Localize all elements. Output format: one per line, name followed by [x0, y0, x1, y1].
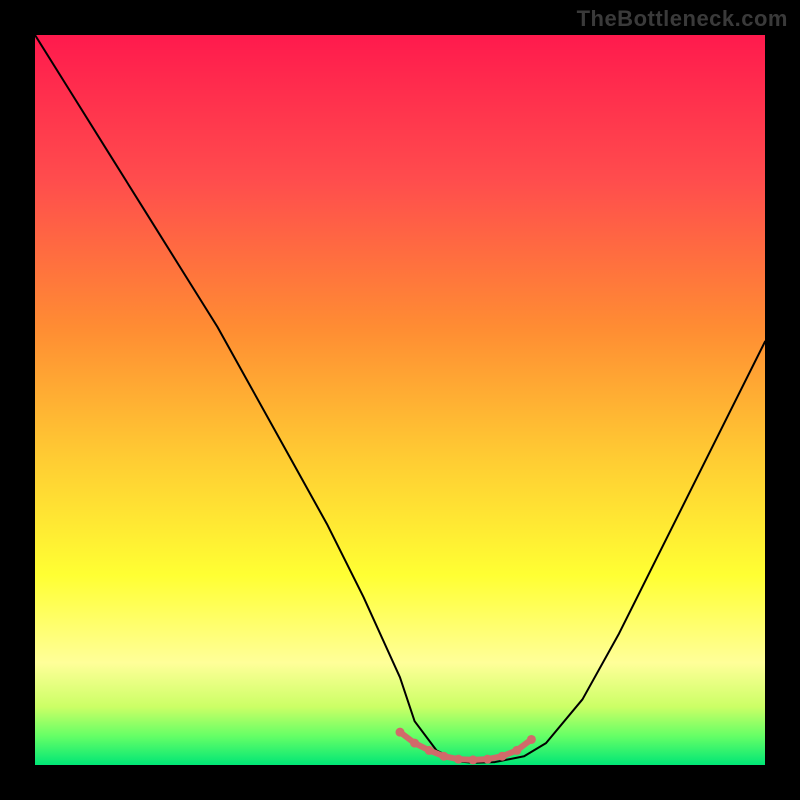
- optimal-zone-marker-point: [483, 755, 492, 764]
- optimal-zone-marker-point: [498, 752, 507, 761]
- optimal-zone-marker-point: [425, 746, 434, 755]
- optimal-zone-marker-point: [439, 752, 448, 761]
- optimal-zone-marker-point: [512, 746, 521, 755]
- optimal-zone-marker-point: [527, 735, 536, 744]
- bottleneck-chart: [35, 35, 765, 765]
- optimal-zone-marker-point: [454, 755, 463, 764]
- gradient-background: [35, 35, 765, 765]
- plot-area: [35, 35, 765, 765]
- chart-frame: TheBottleneck.com: [0, 0, 800, 800]
- optimal-zone-marker-point: [469, 755, 478, 764]
- optimal-zone-marker-point: [410, 739, 419, 748]
- watermark-text: TheBottleneck.com: [577, 6, 788, 32]
- optimal-zone-marker-point: [396, 728, 405, 737]
